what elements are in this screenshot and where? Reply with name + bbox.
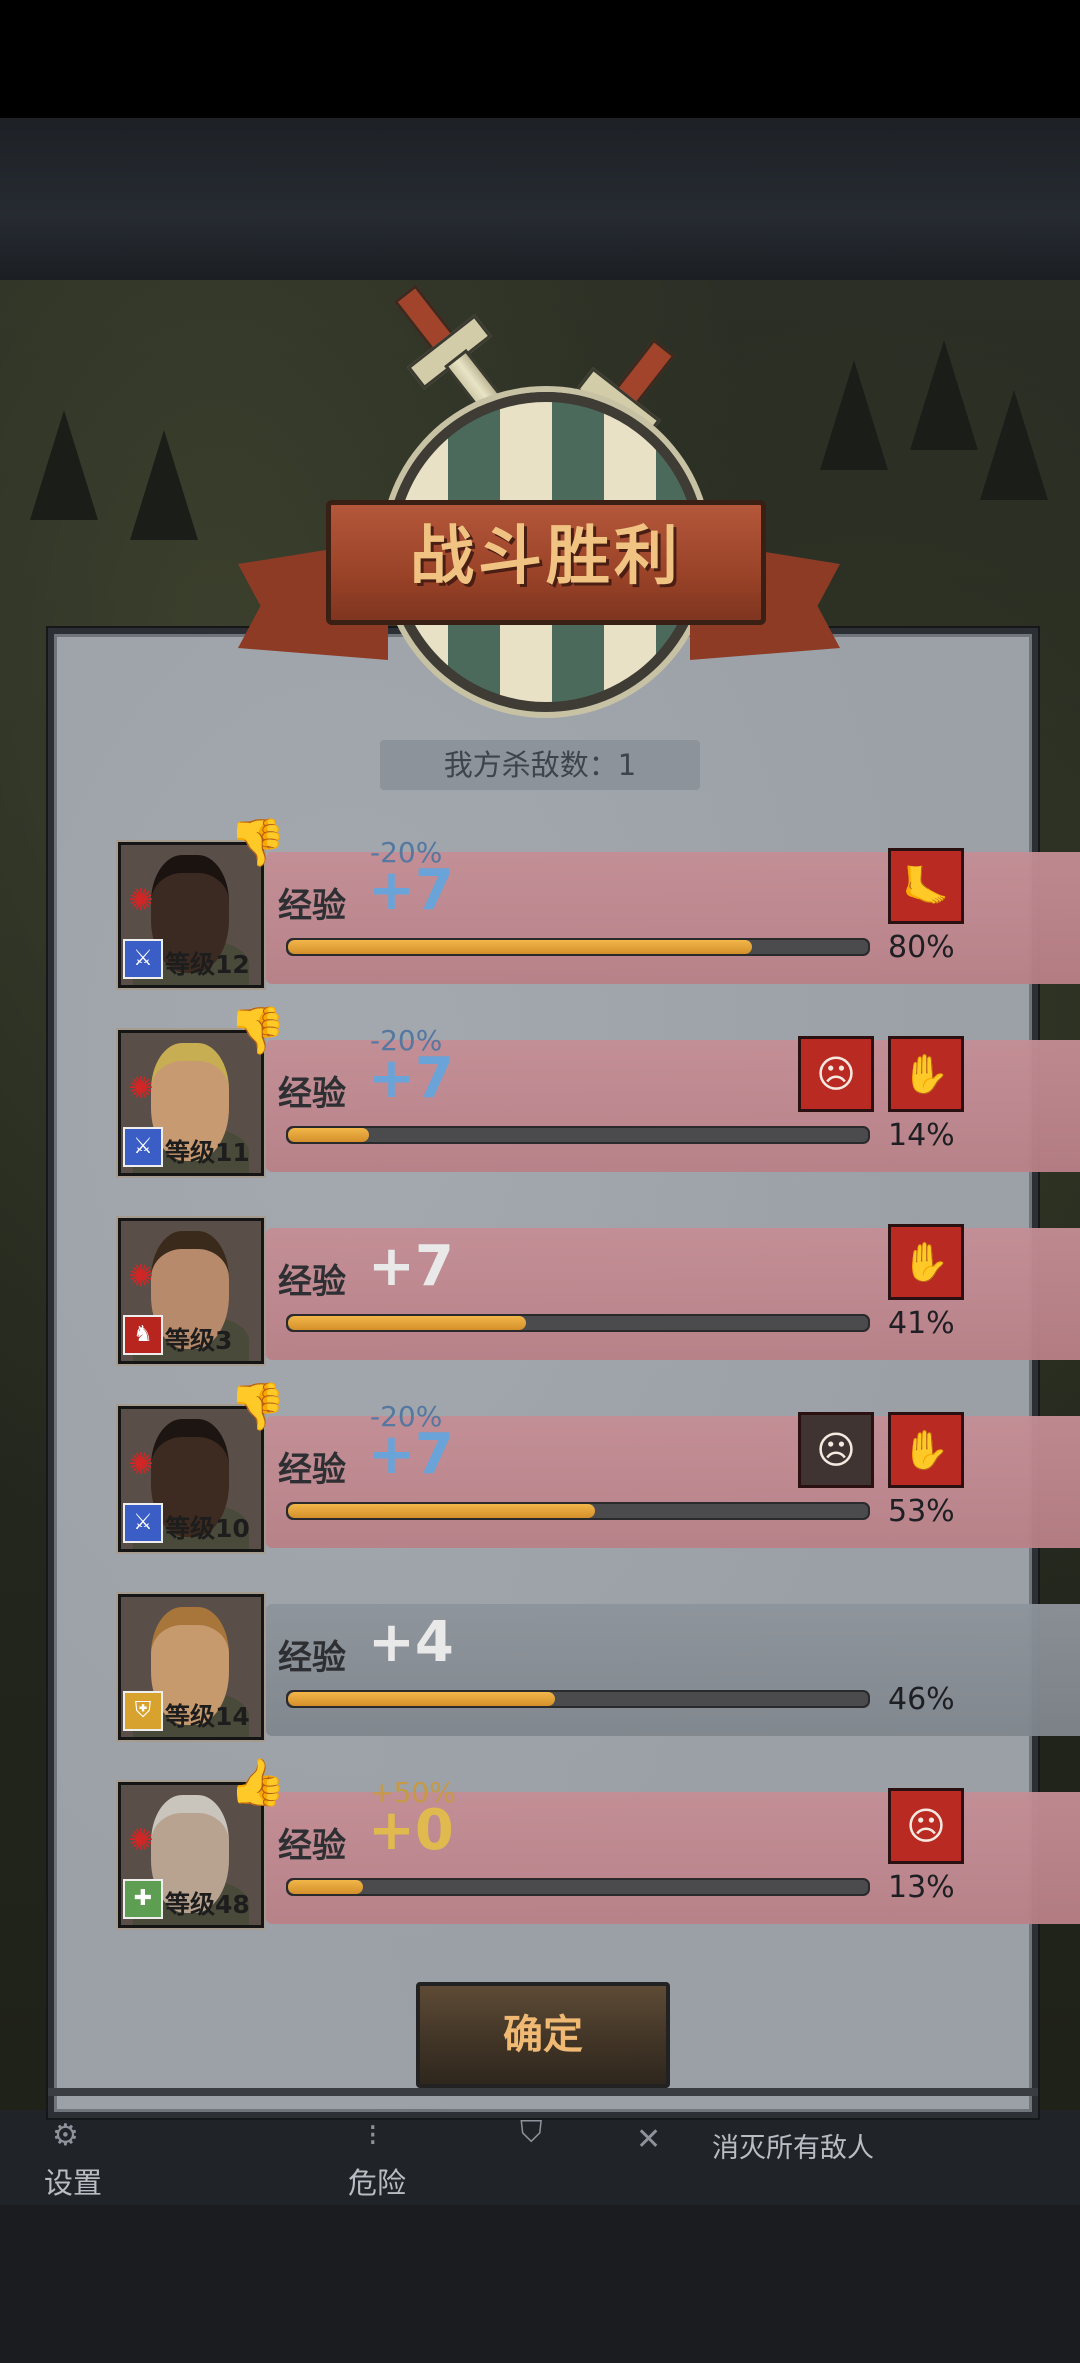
thumb-down-icon: 👎: [229, 815, 287, 869]
exp-label: 经验: [278, 1074, 346, 1114]
kill-count: 我方杀敌数：1: [380, 740, 700, 790]
exp-percent: 13%: [888, 1870, 955, 1905]
exp-progress-bar: [286, 1314, 870, 1332]
exp-percent: 80%: [888, 930, 955, 965]
hero-level: 等级12: [165, 950, 250, 979]
thumb-down-icon: 👎: [229, 1379, 287, 1433]
flag-icon: ⛉: [520, 2115, 543, 2150]
status-effect-icon[interactable]: 🦶: [888, 848, 964, 924]
thumb-down-icon: 👎: [229, 1003, 287, 1057]
confirm-button[interactable]: 确定: [416, 1982, 670, 2088]
exp-progress-fill: [288, 1880, 363, 1894]
footer-bar: ⚙ 设置 ⁝ 危险 ⛉ ✕ 消灭所有敌人: [0, 2110, 1080, 2205]
exp-percent: 53%: [888, 1494, 955, 1529]
hero-level: 等级14: [165, 1702, 250, 1731]
sword-class-icon: ⚔: [123, 1503, 163, 1543]
exp-progress-bar: [286, 1126, 870, 1144]
status-effect-icon[interactable]: ✋: [888, 1412, 964, 1488]
exp-percent: 41%: [888, 1306, 955, 1341]
tree-silhouette: [30, 410, 98, 520]
exp-gain: +0: [368, 1798, 454, 1863]
hero-level: 等级11: [165, 1138, 250, 1167]
exp-progress-fill: [288, 1692, 555, 1706]
status-effect-icon[interactable]: ☹: [888, 1788, 964, 1864]
hero-row: ✺ ⚔ 等级12 👎 经验 -20% +7 80% 🦶: [118, 815, 1080, 990]
page-title: 战斗胜利: [410, 520, 682, 594]
hero-portrait[interactable]: ✺ ♞ 等级3: [118, 1218, 264, 1364]
hero-row: ✺ ⚔ 等级10 👎 经验 -20% +7 53% ☹ ✋: [118, 1379, 1080, 1554]
exp-label: 经验: [278, 1262, 346, 1302]
exp-progress-bar: [286, 1690, 870, 1708]
status-bar: [0, 0, 1080, 118]
hero-row: ⛨ 等级14 经验 +4 46%: [118, 1594, 1080, 1742]
exp-gain: +7: [368, 1046, 454, 1111]
exp-gain: +7: [368, 1234, 454, 1299]
status-effect-icon[interactable]: ☹: [798, 1036, 874, 1112]
exp-label: 经验: [278, 1638, 346, 1678]
exp-progress-fill: [288, 940, 752, 954]
exp-progress-bar: [286, 938, 870, 956]
shield-class-icon: ⛨: [123, 1691, 163, 1731]
hero-row: ✺ ✚ 等级48 👍 经验 +50% +0 13% ☹: [118, 1755, 1080, 1930]
settings-button[interactable]: 设置: [44, 2160, 102, 2202]
exp-percent: 46%: [888, 1682, 955, 1717]
thumb-up-icon: 👍: [229, 1755, 287, 1809]
header-band: [0, 118, 1080, 280]
status-effect-icon[interactable]: ✋: [888, 1224, 964, 1300]
hero-level: 等级3: [165, 1326, 233, 1355]
gear-icon: ⚙: [52, 2118, 79, 2153]
sword-class-icon: ⚔: [123, 939, 163, 979]
exp-gain: +7: [368, 858, 454, 923]
crossed-swords-icon: ✕: [636, 2122, 662, 2157]
blood-trait-icon: ✺: [128, 1259, 154, 1294]
blood-trait-icon: ✺: [128, 1823, 154, 1858]
blood-trait-icon: ✺: [128, 1447, 154, 1482]
exp-progress-bar: [286, 1502, 870, 1520]
sword-class-icon: ⚔: [123, 1127, 163, 1167]
exp-progress-fill: [288, 1504, 595, 1518]
exp-progress-fill: [288, 1316, 526, 1330]
hero-row: ✺ ♞ 等级3 经验 +7 41% ✋: [118, 1218, 1080, 1366]
hero-level: 等级10: [165, 1514, 250, 1543]
danger-button[interactable]: 危险: [348, 2160, 406, 2202]
tree-silhouette: [910, 340, 978, 450]
panel-edge: [48, 2088, 1038, 2096]
wolf-class-icon: ♞: [123, 1315, 163, 1355]
exp-label: 经验: [278, 1826, 346, 1866]
hero-portrait[interactable]: ⛨ 等级14: [118, 1594, 264, 1740]
exp-percent: 14%: [888, 1118, 955, 1153]
exp-progress-fill: [288, 1128, 369, 1142]
blood-trait-icon: ✺: [128, 883, 154, 918]
exp-label: 经验: [278, 886, 346, 926]
exp-progress-bar: [286, 1878, 870, 1896]
status-effect-icon[interactable]: ✋: [888, 1036, 964, 1112]
danger-icon: ⁝: [368, 2118, 378, 2153]
hero-level: 等级48: [165, 1890, 250, 1919]
exp-gain: +7: [368, 1422, 454, 1487]
tree-silhouette: [820, 360, 888, 470]
status-effect-icon[interactable]: ☹: [798, 1412, 874, 1488]
cross-class-icon: ✚: [123, 1879, 163, 1919]
tree-silhouette: [980, 390, 1048, 500]
hero-row: ✺ ⚔ 等级11 👎 经验 -20% +7 14% ☹ ✋: [118, 1003, 1080, 1178]
blood-trait-icon: ✺: [128, 1071, 154, 1106]
objective-label: 消灭所有敌人: [712, 2133, 874, 2163]
exp-gain: +4: [368, 1610, 454, 1675]
exp-label: 经验: [278, 1450, 346, 1490]
tree-silhouette: [130, 430, 198, 540]
